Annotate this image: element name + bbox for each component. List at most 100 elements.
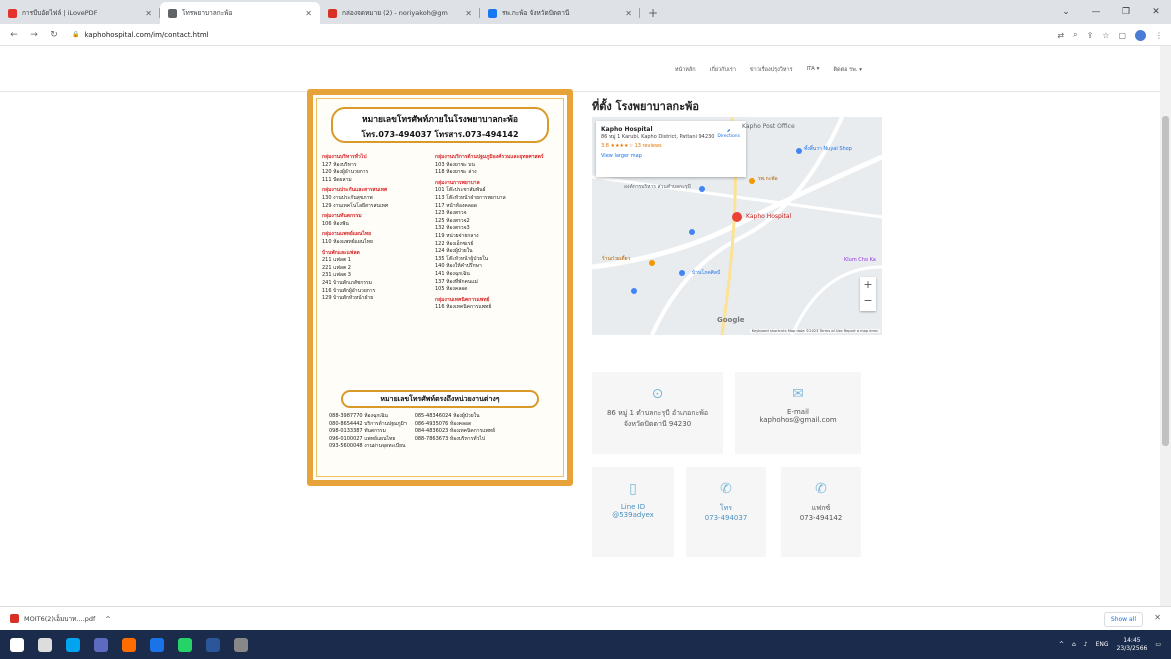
close-icon[interactable]: ✕ <box>625 9 632 18</box>
email-value[interactable]: kaphohos@gmail.com <box>735 416 861 424</box>
input-language[interactable]: ENG <box>1096 641 1109 648</box>
mail-icon: ✉ <box>792 386 804 402</box>
search-icon[interactable] <box>38 637 52 652</box>
menu-ita[interactable]: ITA ▾ <box>807 66 820 74</box>
sidebar-icon[interactable]: ▢ <box>1118 31 1126 40</box>
tray-chevron-icon[interactable]: ^ <box>1059 641 1064 648</box>
zoom-in-button[interactable]: + <box>860 277 876 293</box>
fax-value[interactable]: 073-494142 <box>781 514 861 522</box>
download-bar: MOIT6(2)เอ็มบาท....pdf ^ Show all ✕ <box>0 606 1171 630</box>
poster-extension-line: 123 ห้องตรวจ <box>435 210 467 217</box>
direct-line: 084-4836023 ห้องเทคนิคการแพทย์ <box>414 428 496 435</box>
tab-title: กล่องจดหมาย (2) - noriyakoh@gm <box>342 9 448 17</box>
task-view-icon[interactable] <box>66 637 80 652</box>
site-menu: หน้าหลัก เกี่ยวกับเรา ข่าวเรื่องปรุงวิหา… <box>675 66 862 74</box>
download-file-name[interactable]: MOIT6(2)เอ็มบาท....pdf <box>24 614 95 624</box>
back-icon[interactable]: ← <box>6 30 22 40</box>
browser-toolbar: ⇄ ⌕ ⇪ ☆ ▢ ⋮ <box>1057 24 1163 46</box>
phone-value[interactable]: 073-494037 <box>686 514 766 522</box>
address-line1: 86 หมู่ 1 ตำบลกะรุบี อำเภอกะพ้อ <box>606 409 709 417</box>
reload-icon[interactable]: ↻ <box>46 30 62 40</box>
menu-kebab-icon[interactable]: ⋮ <box>1155 31 1163 40</box>
volume-icon[interactable]: ♪ <box>1084 641 1088 648</box>
poster-extension-line: 137 ห้องที่พักคนแม่ <box>435 278 478 285</box>
line-id-value[interactable]: @539adyex <box>592 511 674 519</box>
poster-right-column: กลุ่มงานบริการด้านปฐมภูมิองค์รวมและยุทธศ… <box>435 151 565 312</box>
email-label: E-mail <box>787 408 809 416</box>
location-title: ที่ตั้ง โรงพยาบาลกะพ้อ <box>592 100 699 113</box>
tab-search-icon[interactable]: ⌄ <box>1051 7 1081 17</box>
minimize-button[interactable]: — <box>1081 7 1111 17</box>
forward-icon[interactable]: → <box>26 30 42 40</box>
bookmark-star-icon[interactable]: ☆ <box>1102 31 1109 40</box>
menu-news[interactable]: ข่าวเรื่องปรุงวิหาร <box>750 66 793 74</box>
url-field[interactable]: 🔒 kaphohospital.com/im/contact.html <box>72 31 209 39</box>
map-footer[interactable]: Keyboard shortcuts Map data ©2023 Terms … <box>749 329 880 333</box>
profile-avatar[interactable] <box>1135 29 1146 41</box>
poster-extension-line: 132 ห้องตรวจ3 <box>435 225 470 232</box>
map-label: ร้านก๋วยเตี๋ยว <box>602 256 631 262</box>
close-icon[interactable]: ✕ <box>305 9 312 18</box>
chevron-up-icon[interactable]: ^ <box>105 615 110 623</box>
notifications-icon[interactable]: ▭ <box>1155 641 1161 648</box>
poster-extension-line: 120 ห้องผู้อำนวยการ <box>322 169 369 176</box>
chrome-icon[interactable] <box>178 637 192 652</box>
edge-icon[interactable] <box>94 637 108 652</box>
share-icon[interactable]: ⇪ <box>1087 31 1094 40</box>
office-icon[interactable] <box>150 637 164 652</box>
tab-hospital[interactable]: โทรพยาบาลกะพ้อ ✕ <box>160 2 320 24</box>
menu-contact[interactable]: ติดต่อ รพ. ▾ <box>833 66 862 74</box>
direct-lines: 088-3987770 ห้องฉุกเฉิน 080-8654442 บริกา… <box>329 413 559 451</box>
view-larger-map-link[interactable]: View larger map <box>601 153 741 159</box>
favicon-icon <box>168 8 177 18</box>
google-map[interactable]: Kapho Hospital 86 หมู่ 1 Karubi, Kapho D… <box>592 117 882 335</box>
tab-title: การบีบอัดไฟล์ | iLovePDF <box>22 9 98 17</box>
scrollbar-thumb[interactable] <box>1162 116 1169 446</box>
system-tray: ^ ⌂ ♪ ENG 14:45 23/3/2566 ▭ <box>1059 630 1161 659</box>
direct-line: 085-48346024 ห้องผู้ป่วยใน <box>414 413 480 419</box>
poster-extension-line: 129 บ้านพักหัวหน้าฝ่าย <box>322 295 374 302</box>
poster-extension-line: 106 ห้องฟัน <box>322 220 349 227</box>
direct-line: 098-0133387 ทันตกรรม <box>329 428 386 435</box>
directions-button[interactable]: ⬈ Directions <box>717 129 740 139</box>
poster-extension-line: 101 โต๊ะประชาสัมพันธ์ <box>435 187 486 194</box>
new-tab-button[interactable]: + <box>640 6 666 24</box>
network-icon[interactable]: ⌂ <box>1072 641 1076 648</box>
directions-label: Directions <box>717 134 740 139</box>
page-scrollbar[interactable] <box>1160 46 1171 606</box>
restore-button[interactable]: ❐ <box>1111 7 1141 17</box>
poster-title: หมายเลขโทรศัพท์ภายในโรงพยาบาลกะพ้อ <box>362 115 518 125</box>
tab-facebook[interactable]: รพ.กะพ้อ จังหวัดปัตตานี ✕ <box>480 2 640 24</box>
poster-extension-line: 211 แฟลต 1 <box>322 257 351 264</box>
close-icon[interactable]: ✕ <box>145 9 152 18</box>
file-explorer-icon[interactable] <box>122 637 136 652</box>
word-icon[interactable] <box>234 637 248 652</box>
clock[interactable]: 14:45 23/3/2566 <box>1117 637 1148 653</box>
close-icon[interactable]: ✕ <box>465 9 472 18</box>
email-card: ✉ E-mail kaphohos@gmail.com <box>735 372 861 454</box>
map-label: บ้านโภคศิลป์ <box>692 270 721 276</box>
translate-icon[interactable]: ⇄ <box>1057 31 1064 40</box>
map-rating[interactable]: 3.8 ★★★★☆ 13 reviews <box>601 143 741 149</box>
map-label: รพ.กะพ้อ <box>758 176 778 182</box>
line-id-label: Line ID <box>620 503 646 511</box>
favicon-icon <box>488 8 497 18</box>
show-all-button[interactable]: Show all <box>1103 612 1143 627</box>
tab-ilovepdf[interactable]: การบีบอัดไฟล์ | iLovePDF ✕ <box>0 2 160 24</box>
zoom-out-button[interactable]: − <box>860 293 876 309</box>
map-info-card: Kapho Hospital 86 หมู่ 1 Karubi, Kapho D… <box>596 121 746 177</box>
windows-start-icon[interactable] <box>10 637 24 652</box>
menu-home[interactable]: หน้าหลัก <box>675 66 696 74</box>
poster-extension-line: 116 ห้องเทคนิคการแพทย์ <box>435 304 492 311</box>
phone-directory-poster: หมายเลขโทรศัพท์ภายในโรงพยาบาลกะพ้อ โทร.0… <box>307 89 573 486</box>
close-icon[interactable]: ✕ <box>1154 613 1161 622</box>
menu-about[interactable]: เกี่ยวกับเรา <box>710 66 736 74</box>
poster-extension-line: 110 ห้องแพทย์แผนไทย <box>322 238 373 245</box>
line-app-icon[interactable] <box>206 637 220 652</box>
close-window-button[interactable]: ✕ <box>1141 7 1171 17</box>
tab-gmail[interactable]: กล่องจดหมาย (2) - noriyakoh@gm ✕ <box>320 2 480 24</box>
line-id-card: ▯ Line ID @539adyex <box>592 467 674 557</box>
poster-extension-line: 141 ห้องฉุกเฉิน <box>435 270 470 277</box>
poster-extension-line: 124 ห้องผู้ป่วยใน <box>435 248 473 255</box>
zoom-icon[interactable]: ⌕ <box>1073 30 1077 40</box>
